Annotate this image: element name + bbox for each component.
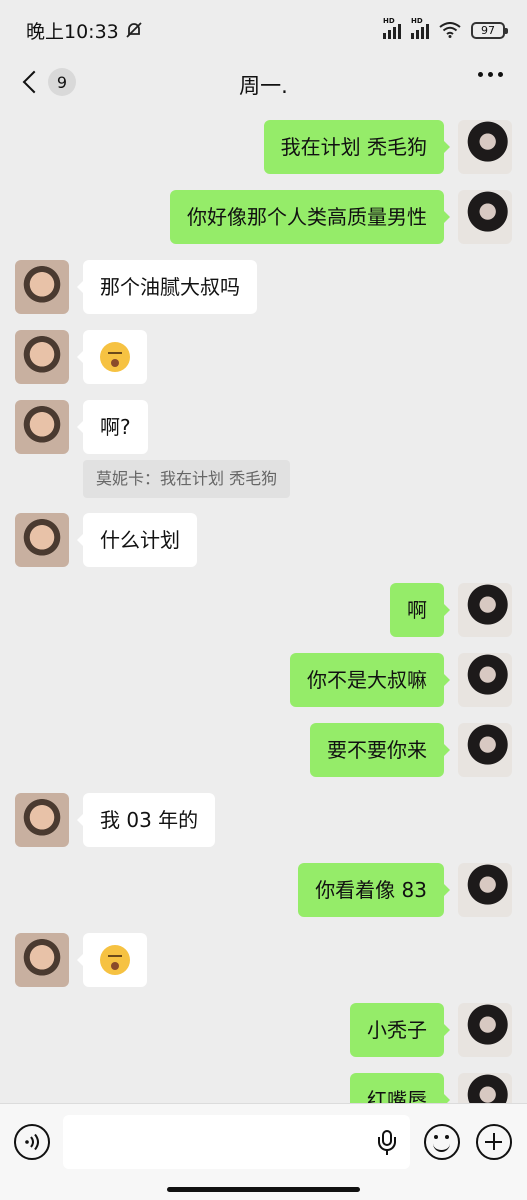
message-bubble[interactable]: 要不要你来 (310, 723, 450, 777)
message-row: 什么计划 (0, 513, 527, 567)
message-row (0, 330, 527, 384)
contact-avatar[interactable] (15, 400, 69, 454)
message-row: 你看着像 83 (0, 863, 527, 917)
message-bubble[interactable]: 我 03 年的 (76, 793, 216, 847)
message-bubble[interactable]: 你好像那个人类高质量男性 (170, 190, 450, 244)
my-avatar[interactable] (458, 1003, 512, 1057)
unread-badge: 9 (48, 68, 76, 96)
message-bubble[interactable] (77, 933, 147, 987)
more-options-button[interactable] (478, 72, 503, 77)
network-label-2: HD (411, 17, 423, 25)
status-bar: 晚上10:33 HD HD 97 (0, 0, 527, 60)
chat-header: 9 周一. (0, 60, 527, 110)
thinking-face-emoji-icon (100, 944, 130, 975)
message-row: 那个油腻大叔吗 (0, 260, 527, 314)
message-bubble[interactable]: 啊 (390, 583, 450, 637)
wifi-icon (439, 22, 461, 38)
message-row: 啊? (0, 400, 527, 454)
my-avatar[interactable] (458, 120, 512, 174)
battery-icon: 97 (471, 21, 508, 39)
battery-level: 97 (481, 23, 495, 37)
message-row: 我 03 年的 (0, 793, 527, 847)
quoted-message[interactable]: 莫妮卡：我在计划 秃毛狗 (83, 460, 291, 498)
message-bubble[interactable]: 小秃子 (350, 1003, 450, 1057)
message-bubble[interactable]: 啊? (77, 400, 148, 454)
message-bubble[interactable]: 你不是大叔嘛 (290, 653, 450, 707)
message-bubble[interactable]: 我在计划 秃毛狗 (263, 120, 451, 174)
message-bubble[interactable]: 红嘴唇 (350, 1073, 450, 1103)
message-row: 你不是大叔嘛 (0, 653, 527, 707)
message-row: 我在计划 秃毛狗 (0, 120, 527, 174)
voice-toggle-button[interactable] (14, 1124, 50, 1160)
back-button[interactable]: 9 (18, 68, 76, 96)
my-avatar[interactable] (458, 190, 512, 244)
microphone-icon[interactable] (377, 1130, 397, 1156)
more-actions-button[interactable] (476, 1124, 512, 1160)
message-row: 要不要你来 (0, 723, 527, 777)
contact-avatar[interactable] (15, 513, 69, 567)
status-right: HD HD 97 (383, 17, 508, 39)
signal-2-icon: HD (411, 17, 429, 39)
chevron-left-icon (22, 70, 46, 94)
my-avatar[interactable] (458, 723, 512, 777)
contact-avatar[interactable] (15, 330, 69, 384)
message-row: 小秃子 (0, 1003, 527, 1057)
message-input[interactable] (63, 1115, 410, 1169)
sleepy-face-emoji-icon (100, 341, 130, 372)
voice-wave-icon (25, 1133, 39, 1151)
contact-avatar[interactable] (15, 933, 69, 987)
contact-avatar[interactable] (15, 793, 69, 847)
message-row: 你好像那个人类高质量男性 (0, 190, 527, 244)
message-bubble[interactable]: 你看着像 83 (298, 863, 450, 917)
my-avatar[interactable] (458, 583, 512, 637)
message-bubble[interactable]: 那个油腻大叔吗 (77, 260, 257, 314)
contact-avatar[interactable] (15, 260, 69, 314)
status-time: 晚上10:33 (26, 20, 119, 43)
my-avatar[interactable] (458, 653, 512, 707)
mute-bell-icon (126, 22, 142, 38)
message-list[interactable]: 我在计划 秃毛狗 你好像那个人类高质量男性 那个油腻大叔吗 啊? 莫妮卡：我在计… (0, 110, 527, 1103)
network-label-1: HD (383, 17, 395, 25)
status-left: 晚上10:33 (26, 17, 143, 44)
message-bubble[interactable] (77, 330, 147, 384)
message-row (0, 933, 527, 987)
chat-title: 周一. (239, 74, 288, 98)
signal-1-icon: HD (383, 17, 401, 39)
my-avatar[interactable] (458, 863, 512, 917)
emoji-button[interactable] (424, 1124, 460, 1160)
input-bar (0, 1103, 527, 1200)
home-indicator[interactable] (167, 1187, 360, 1192)
message-bubble[interactable]: 什么计划 (77, 513, 197, 567)
message-row: 啊 (0, 583, 527, 637)
more-dots-icon (478, 72, 483, 77)
my-avatar[interactable] (458, 1073, 512, 1103)
message-row: 红嘴唇 (0, 1073, 527, 1103)
